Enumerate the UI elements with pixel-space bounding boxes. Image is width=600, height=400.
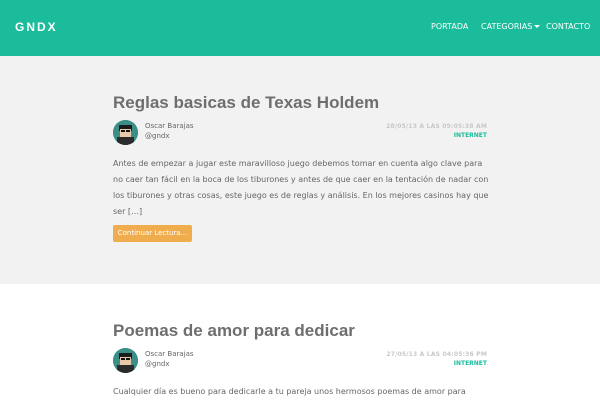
avatar [113, 120, 138, 145]
continue-reading-button[interactable]: Continuar Lectura... [113, 225, 192, 242]
brand-logo[interactable]: GNDX [15, 20, 58, 34]
author-name: Oscar Barajas [145, 122, 194, 130]
post-category[interactable]: INTERNET [454, 360, 487, 367]
nav-categorias-label: CATEGORIAS [481, 22, 533, 31]
post-excerpt: Antes de empezar a jugar este maravillos… [113, 159, 489, 216]
post-date: 27/05/13 A LAS 04:05:36 PM [386, 351, 487, 358]
caret-down-icon [534, 25, 541, 28]
post-title[interactable]: Poemas de amor para dedicar [113, 321, 355, 341]
post-card: Poemas de amor para dedicar Oscar Baraja… [0, 284, 600, 400]
avatar [113, 348, 138, 373]
author-handle: @gndx [145, 132, 170, 140]
author-handle: @gndx [145, 360, 170, 368]
navbar: GNDX PORTADA CATEGORIAS CONTACTO [0, 0, 600, 56]
post-excerpt: Cualquier día es bueno para dedicarle a … [113, 387, 466, 396]
post-date: 28/05/13 A LAS 09:05:38 AM [386, 123, 487, 130]
nav-portada[interactable]: PORTADA [431, 22, 468, 31]
nav-categorias[interactable]: CATEGORIAS [481, 22, 541, 31]
nav-contacto[interactable]: CONTACTO [546, 22, 590, 31]
post-title[interactable]: Reglas basicas de Texas Holdem [113, 93, 379, 113]
post-card: Reglas basicas de Texas Holdem Oscar Bar… [0, 56, 600, 284]
author-name: Oscar Barajas [145, 350, 194, 358]
post-category[interactable]: INTERNET [454, 132, 487, 139]
